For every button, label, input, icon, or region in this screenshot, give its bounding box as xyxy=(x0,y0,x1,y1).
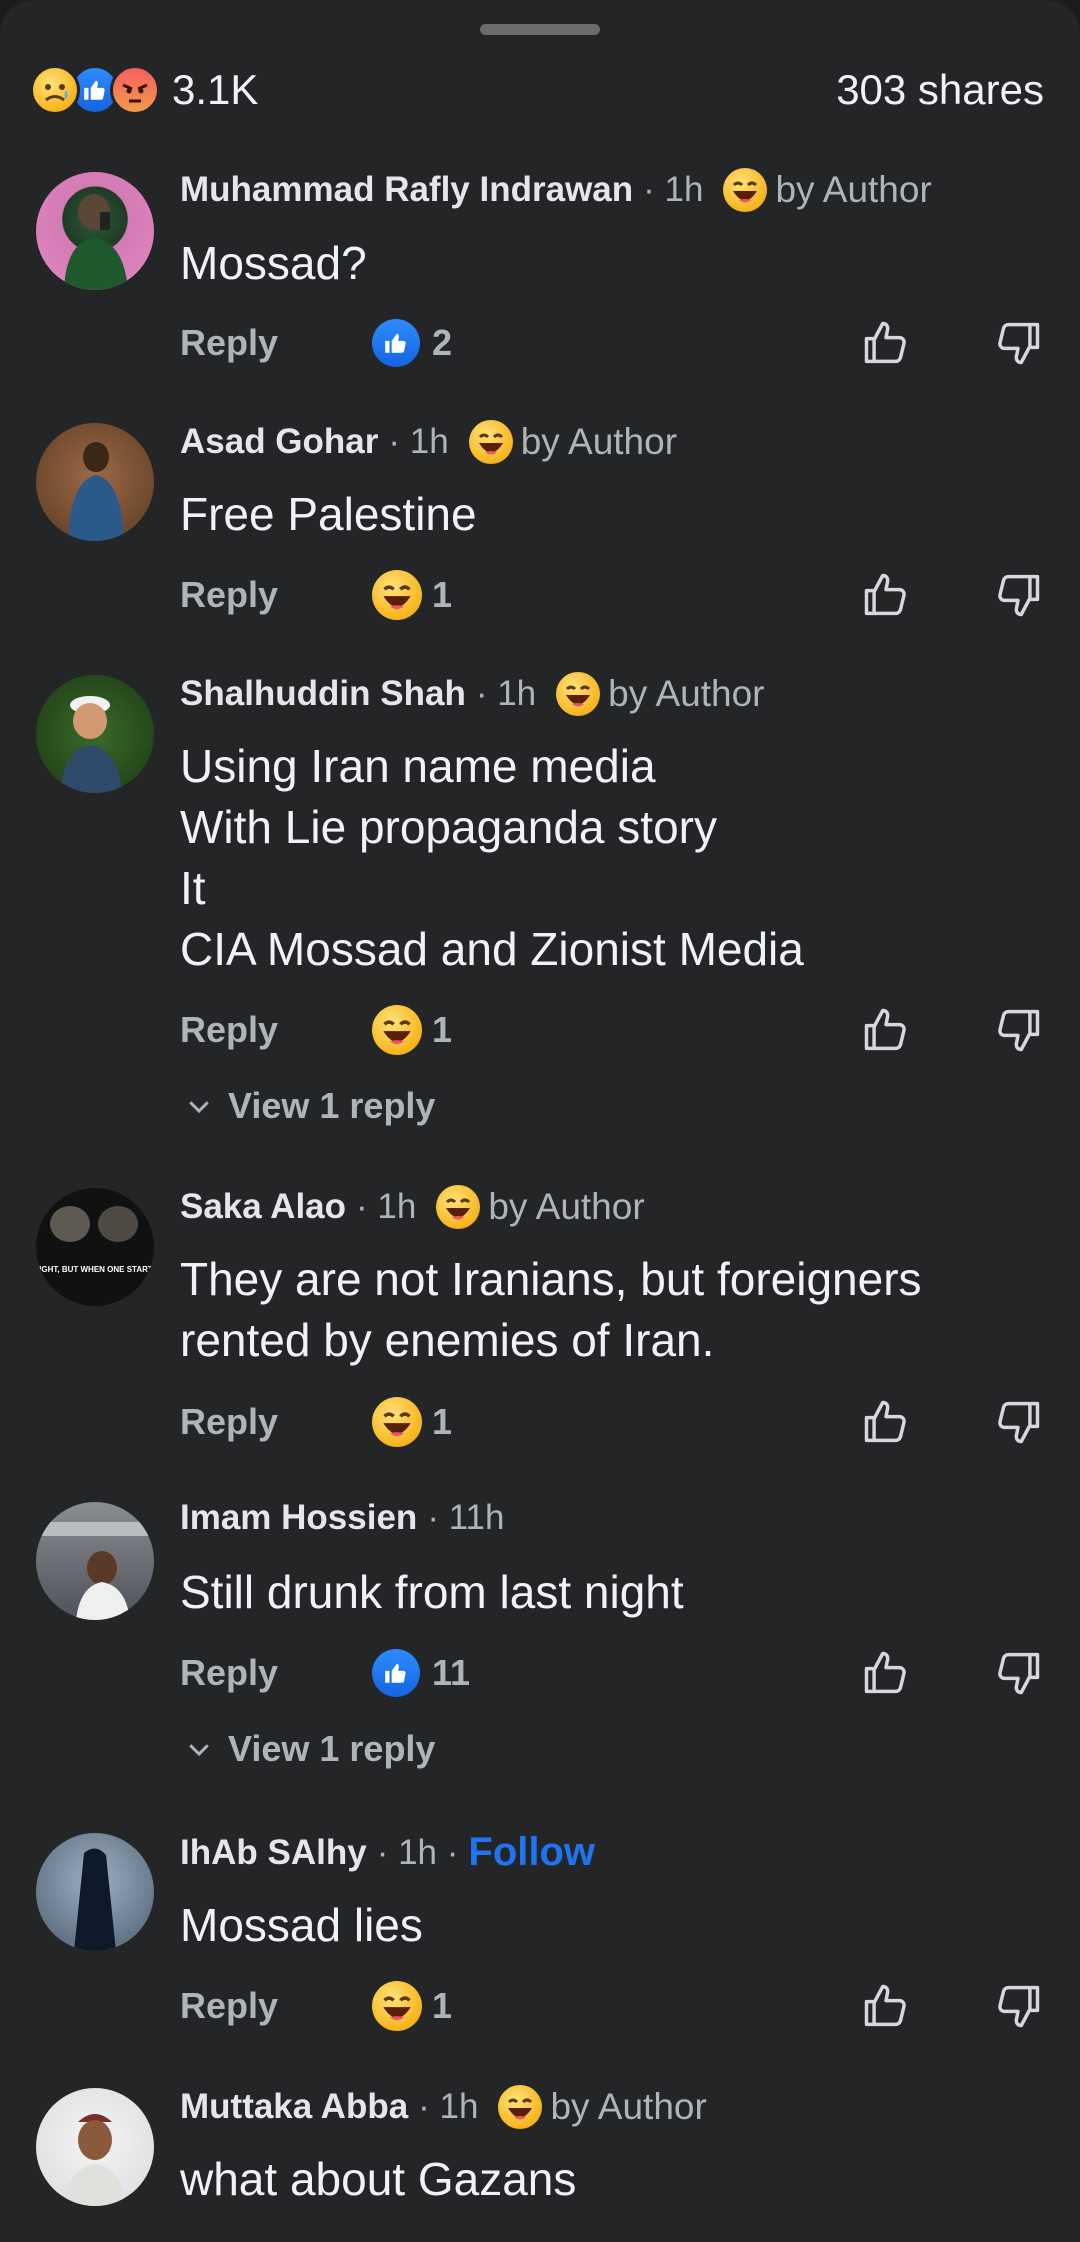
avatar[interactable] xyxy=(36,1833,154,1951)
by-author-label: by Author xyxy=(488,1186,645,1227)
reaction-count: 11 xyxy=(432,1652,471,1693)
comment-author[interactable]: Muttaka Abba xyxy=(180,2087,408,2127)
reaction-count: 3.1K xyxy=(172,66,259,113)
thumbs-up-icon[interactable] xyxy=(860,569,912,621)
thumbs-down-icon[interactable] xyxy=(992,569,1044,621)
comment-author[interactable]: Saka Alao xyxy=(180,1187,346,1227)
reply-button[interactable]: Reply xyxy=(180,322,372,364)
avatar-caption: WALK A MILE TO AVOID A FIGHT, BUT WHEN O… xyxy=(36,1265,154,1274)
comment-text: Mossad? xyxy=(180,237,367,289)
view-replies-label: View 1 reply xyxy=(228,1728,436,1769)
thumbs-up-icon[interactable] xyxy=(860,1004,912,1056)
comment-time: · 1h xyxy=(356,1187,417,1226)
haha-icon xyxy=(372,570,422,620)
by-author-badge: by Author xyxy=(498,2085,707,2129)
reply-button[interactable]: Reply xyxy=(180,1652,372,1694)
avatar[interactable] xyxy=(36,1502,154,1620)
comment-time: · 11h xyxy=(427,1498,505,1537)
follow-button[interactable]: Follow xyxy=(468,1830,595,1875)
like-icon xyxy=(372,319,420,367)
reply-button[interactable]: Reply xyxy=(180,1009,372,1051)
view-replies-button[interactable]: View 1 reply xyxy=(184,1085,435,1127)
thumbs-down-icon[interactable] xyxy=(992,1980,1044,2032)
thumbs-up-icon[interactable] xyxy=(860,317,912,369)
haha-icon xyxy=(556,672,601,716)
reaction-count: 1 xyxy=(432,1009,453,1050)
reaction-count: 1 xyxy=(432,1401,453,1442)
reaction-summary: 3.1K 303 shares xyxy=(30,62,1044,118)
haha-icon xyxy=(372,1981,422,2031)
sad-icon xyxy=(30,65,80,115)
comment-author[interactable]: Muhammad Rafly Indrawan xyxy=(180,170,633,210)
comment-text: Mossad lies xyxy=(180,1899,423,1951)
comment-text: what about Gazans xyxy=(180,2153,577,2205)
by-author-badge: by Author xyxy=(436,1185,645,1229)
comment-author[interactable]: Imam Hossien xyxy=(180,1498,417,1538)
avatar[interactable] xyxy=(36,172,154,290)
haha-icon xyxy=(436,1185,481,1229)
by-author-label: by Author xyxy=(520,421,678,462)
reaction-count: 1 xyxy=(432,574,453,615)
reaction-count: 2 xyxy=(432,322,453,363)
shares-count[interactable]: 303 shares xyxy=(836,66,1044,114)
comment-time: · 1h xyxy=(643,170,704,209)
like-icon xyxy=(372,1649,420,1697)
comment-time: · 1h xyxy=(388,422,449,461)
comment-time: · 1h xyxy=(475,674,537,713)
comment-author[interactable]: Asad Gohar xyxy=(180,422,378,462)
thumbs-up-icon[interactable] xyxy=(860,1396,912,1448)
thumbs-down-icon[interactable] xyxy=(992,1396,1044,1448)
reaction-count: 1 xyxy=(432,1985,453,2026)
reply-button[interactable]: Reply xyxy=(180,1401,372,1443)
comment-reactions[interactable]: 1 xyxy=(372,1397,452,1447)
comment-reactions[interactable]: 2 xyxy=(372,319,452,367)
view-replies-button[interactable]: View 1 reply xyxy=(184,1728,435,1770)
view-replies-label: View 1 reply xyxy=(228,1085,436,1126)
comment-author[interactable]: IhAb SAlhy xyxy=(180,1833,367,1873)
thumbs-down-icon[interactable] xyxy=(992,317,1044,369)
comments-sheet: 3.1K 303 shares Muhammad Rafly Indrawan … xyxy=(0,0,1080,2242)
angry-icon xyxy=(110,65,160,115)
by-author-badge: by Author xyxy=(723,168,932,212)
avatar[interactable] xyxy=(36,675,154,793)
avatar[interactable]: WALK A MILE TO AVOID A FIGHT, BUT WHEN O… xyxy=(36,1188,154,1306)
by-author-label: by Author xyxy=(608,673,765,714)
thumbs-up-icon[interactable] xyxy=(860,1980,912,2032)
thumbs-down-icon[interactable] xyxy=(992,1004,1044,1056)
chevron-down-icon xyxy=(189,1101,209,1114)
reaction-summary-button[interactable]: 3.1K xyxy=(30,65,258,115)
sheet-drag-handle[interactable] xyxy=(480,24,600,35)
chevron-down-icon xyxy=(189,1744,209,1757)
reply-button[interactable]: Reply xyxy=(180,574,372,616)
by-author-label: by Author xyxy=(550,2086,707,2127)
thumbs-up-icon[interactable] xyxy=(860,1647,912,1699)
by-author-badge: by Author xyxy=(556,672,764,716)
avatar[interactable] xyxy=(36,2088,154,2206)
comment-reactions[interactable]: 1 xyxy=(372,1981,452,2031)
comment-time: · 1h · xyxy=(376,1832,459,1872)
thumbs-down-icon[interactable] xyxy=(992,1647,1044,1699)
comment-reactions[interactable]: 1 xyxy=(372,570,452,620)
comment-time: · 1h xyxy=(418,2087,479,2126)
haha-icon xyxy=(498,2085,543,2129)
by-author-badge: by Author xyxy=(468,420,678,464)
comment-text: Using Iran name media With Lie propagand… xyxy=(180,740,804,975)
comment-reactions[interactable]: 1 xyxy=(372,1005,452,1055)
haha-icon xyxy=(723,168,768,212)
reply-button[interactable]: Reply xyxy=(180,1985,372,2027)
comment-text: Still drunk from last night xyxy=(180,1566,684,1618)
comment-text: Free Palestine xyxy=(180,488,477,540)
haha-icon xyxy=(372,1397,422,1447)
comment-author[interactable]: Shalhuddin Shah xyxy=(180,674,466,714)
avatar[interactable] xyxy=(36,423,154,541)
haha-icon xyxy=(468,420,513,464)
comment-text: They are not Iranians, but foreigners re… xyxy=(180,1253,922,1366)
comment-reactions[interactable]: 11 xyxy=(372,1649,470,1697)
by-author-label: by Author xyxy=(775,169,932,210)
haha-icon xyxy=(372,1005,422,1055)
